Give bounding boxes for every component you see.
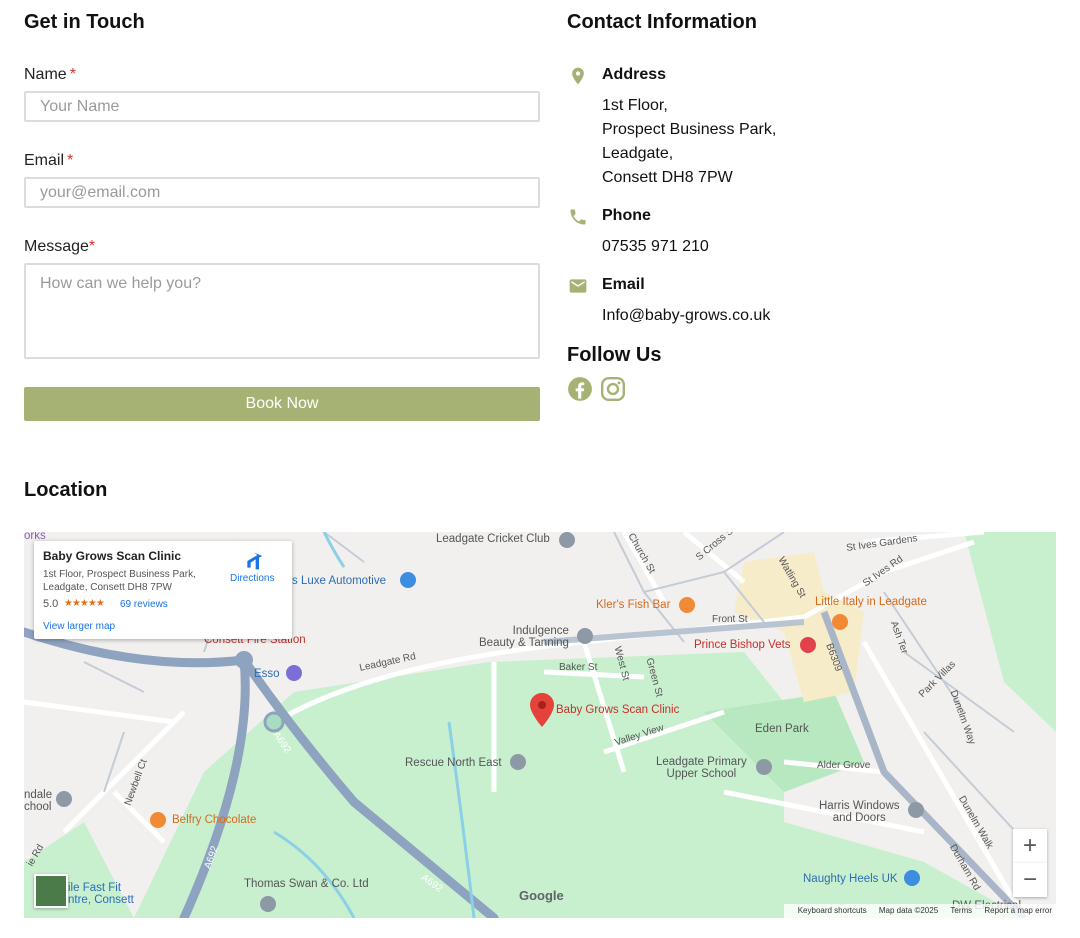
harris-windows-marker[interactable] [908,802,924,818]
map-data-text: Map data ©2025 [878,906,939,915]
form-heading: Get in Touch [24,11,145,33]
address-line-2: Prospect Business Park, [602,121,777,138]
place-rating: 5.0 [43,598,59,610]
required-mark: * [88,238,96,255]
instagram-icon[interactable] [600,376,626,402]
map-label-rescue: Rescue North East [405,757,502,769]
esso-marker[interactable] [286,665,302,681]
phone-number[interactable]: 07535 971 210 [602,238,709,256]
directions-link[interactable]: Directions [230,573,274,584]
map-label-ndale: ndale chool [24,789,53,813]
email-input[interactable] [24,177,540,208]
report-error-link[interactable]: Report a map error [984,906,1052,915]
address-line-4: Consett DH8 7PW [602,169,733,186]
primary-school-marker[interactable] [756,759,772,775]
belfry-chocolate-marker[interactable] [150,812,166,828]
google-logo: Google [519,888,564,903]
name-input[interactable] [24,91,540,122]
map-label-fastfit: ile Fast Fit ntre, Consett [68,882,134,906]
naughty-heels-marker[interactable] [904,870,920,886]
book-now-button[interactable]: Book Now [24,387,540,421]
map-attribution: Keyboard shortcuts Map data ©2025 Terms … [783,904,1056,918]
cricket-club-marker[interactable] [559,532,575,548]
address-line-3: Leadgate, [602,145,674,162]
map-label-alder: Alder Grove [817,760,871,771]
map-label-cricket: Leadgate Cricket Club [436,533,550,545]
zoom-out-button[interactable]: − [1013,863,1047,897]
vets-marker[interactable] [800,637,816,653]
map-label-little-italy: Little Italy in Leadgate [815,596,927,608]
view-larger-map-link[interactable]: View larger map [43,621,115,632]
map-label-thomas: Thomas Swan & Co. Ltd [244,878,369,890]
fish-bar-marker[interactable] [679,597,695,613]
terms-link[interactable]: Terms [950,906,972,915]
map-label-baker: Baker St [559,662,598,673]
facebook-icon[interactable] [567,376,593,402]
name-label-text: Name [24,66,67,83]
address-line-1: 1st Floor, [602,97,668,114]
email-title: Email [602,276,645,293]
satellite-toggle[interactable] [34,874,68,908]
email-label-text: Email [24,152,65,169]
required-mark: * [67,152,74,169]
automotive-marker[interactable] [400,572,416,588]
email-label: Email * [24,152,73,170]
map-label-luxe: s Luxe Automotive [292,575,386,587]
thomas-swan-marker[interactable] [260,896,276,912]
message-label: Message* [24,238,95,256]
school-marker[interactable] [56,791,72,807]
map-label-prince: Prince Bishop Vets [694,639,791,651]
map-label-indulgence: Indulgence Beauty & Tanning [479,625,569,649]
map-label-kler: Kler's Fish Bar [596,599,671,611]
keyboard-shortcuts-link[interactable]: Keyboard shortcuts [798,906,867,915]
embedded-map[interactable]: Leadgate Cricket Club s Luxe Automotive … [24,532,1056,918]
location-pin-icon [572,67,584,85]
map-label-eden: Eden Park [755,723,809,735]
directions-icon[interactable] [244,551,264,571]
email-address[interactable]: Info@baby-grows.co.uk [602,307,770,325]
message-label-text: Message [24,238,89,255]
map-label-harris: Harris Windows and Doors [819,800,900,824]
message-textarea[interactable] [24,263,540,359]
place-address: 1st Floor, Prospect Business Park, Leadg… [43,569,196,593]
place-info-card: Baby Grows Scan Clinic 1st Floor, Prospe… [34,541,292,639]
map-label-front: Front St [712,614,748,625]
map-label-clinic[interactable]: Baby Grows Scan Clinic [556,704,679,716]
contact-heading: Contact Information [567,11,757,33]
name-label: Name * [24,66,76,84]
little-italy-marker[interactable] [832,614,848,630]
rating-stars: ★★★★★ [64,598,105,609]
clinic-pin-icon[interactable] [530,693,554,727]
required-mark: * [69,66,76,83]
map-label-belfry: Belfry Chocolate [172,814,257,826]
place-name: Baby Grows Scan Clinic [43,549,182,563]
follow-heading: Follow Us [567,344,662,366]
map-label-esso: Esso [254,668,280,680]
rescue-marker[interactable] [510,754,526,770]
envelope-icon [569,279,587,293]
indulgence-marker[interactable] [577,628,593,644]
reviews-link[interactable]: 69 reviews [120,599,168,610]
phone-title: Phone [602,207,651,224]
map-label-primary: Leadgate Primary Upper School [656,756,747,780]
zoom-in-button[interactable]: + [1013,829,1047,863]
address-title: Address [602,66,667,83]
phone-icon [570,209,586,225]
map-label-naughty: Naughty Heels UK [803,873,898,885]
location-heading: Location [24,479,108,501]
